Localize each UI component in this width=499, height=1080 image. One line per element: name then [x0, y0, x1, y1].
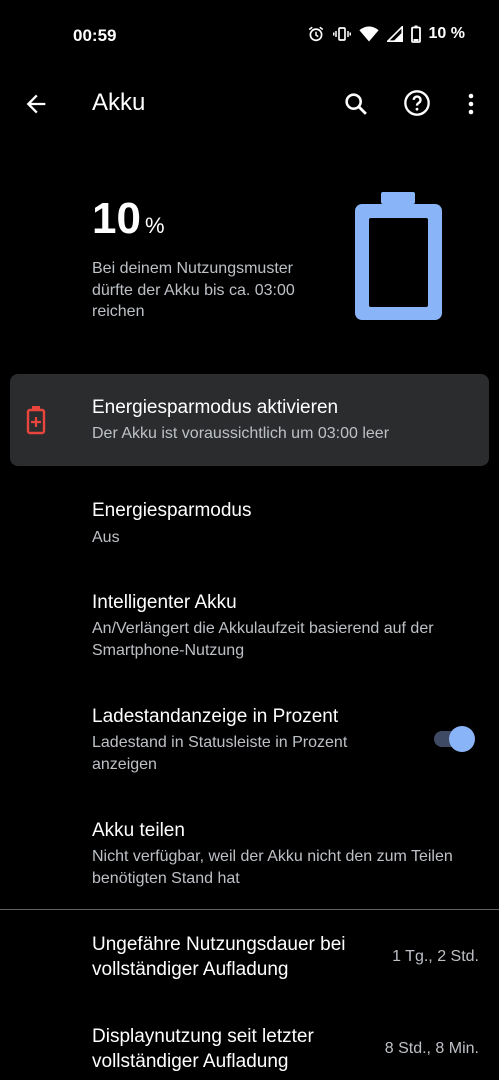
more-options-button[interactable] — [462, 90, 480, 118]
pref-battery-percentage[interactable]: Ladestandanzeige in Prozent Ladestand in… — [0, 696, 499, 796]
page-title: Akku — [92, 89, 146, 116]
pref-title: Intelligenter Akku — [92, 592, 237, 613]
pref-battery-saver[interactable]: Energiesparmodus Aus — [0, 490, 499, 570]
battery-level-unit: % — [144, 213, 165, 238]
pref-title: Ladestandanzeige in Prozent — [92, 706, 339, 727]
app-bar: Akku — [0, 70, 499, 136]
pref-title: Energiesparmodus — [92, 500, 252, 521]
usage-title: Displaynutzung seit letzter vollständige… — [92, 1026, 314, 1072]
help-button[interactable] — [403, 89, 431, 117]
vibrate-icon — [332, 25, 351, 43]
pref-summary: Nicht verfügbar, weil der Akku nicht den… — [92, 848, 453, 887]
pref-battery-share[interactable]: Akku teilen Nicht verfügbar, weil der Ak… — [0, 810, 499, 906]
battery-header: 10% Bei deinem Nutzungsmuster dürfte der… — [0, 180, 499, 360]
search-icon — [345, 93, 367, 115]
battery-alert-icon — [26, 406, 46, 435]
usage-value: 1 Tg., 2 Std. — [392, 948, 479, 965]
battery-percent-text: 10 % — [428, 25, 465, 42]
battery-large-icon — [355, 192, 442, 320]
battery-saver-tip-card[interactable]: Energiesparmodus aktivieren Der Akku ist… — [10, 374, 489, 466]
help-icon — [404, 90, 430, 116]
battery-percentage-toggle[interactable] — [432, 725, 476, 753]
divider — [0, 909, 499, 910]
usage-value: 8 Std., 8 Min. — [384, 1040, 479, 1057]
battery-estimate: Bei deinem Nutzungsmuster dürfte der Akk… — [92, 260, 295, 320]
tip-summary: Der Akku ist voraussichtlich um 03:00 le… — [92, 425, 390, 442]
search-button[interactable] — [342, 90, 370, 118]
usage-row-screen-time: Displaynutzung seit letzter vollständige… — [0, 1012, 499, 1080]
pref-title: Akku teilen — [92, 820, 185, 841]
status-time: 00:59 — [73, 26, 117, 45]
back-button[interactable] — [22, 90, 50, 118]
pref-summary: Ladestand in Statusleiste in Prozent anz… — [92, 734, 348, 773]
status-bar: 00:59 10 % — [0, 0, 499, 70]
arrow-back-icon — [26, 94, 46, 114]
usage-row-full-charge: Ungefähre Nutzungsdauer bei vollständige… — [0, 920, 499, 1000]
more-vert-icon — [468, 93, 474, 115]
pref-summary: An/Verlängert die Akkulaufzeit basierend… — [92, 620, 434, 659]
pref-adaptive-battery[interactable]: Intelligenter Akku An/Verlängert die Akk… — [0, 582, 499, 682]
pref-summary: Aus — [92, 529, 120, 546]
battery-status-icon — [410, 25, 421, 43]
cell-signal-icon — [386, 26, 403, 42]
status-icons: 10 % — [307, 25, 465, 43]
toggle-thumb — [449, 726, 475, 752]
alarm-icon — [307, 25, 325, 43]
battery-level-value: 10 — [92, 194, 141, 243]
wifi-icon — [358, 25, 379, 43]
battery-level: 10% — [92, 194, 165, 244]
usage-title: Ungefähre Nutzungsdauer bei vollständige… — [92, 934, 346, 980]
tip-title: Energiesparmodus aktivieren — [92, 397, 339, 418]
